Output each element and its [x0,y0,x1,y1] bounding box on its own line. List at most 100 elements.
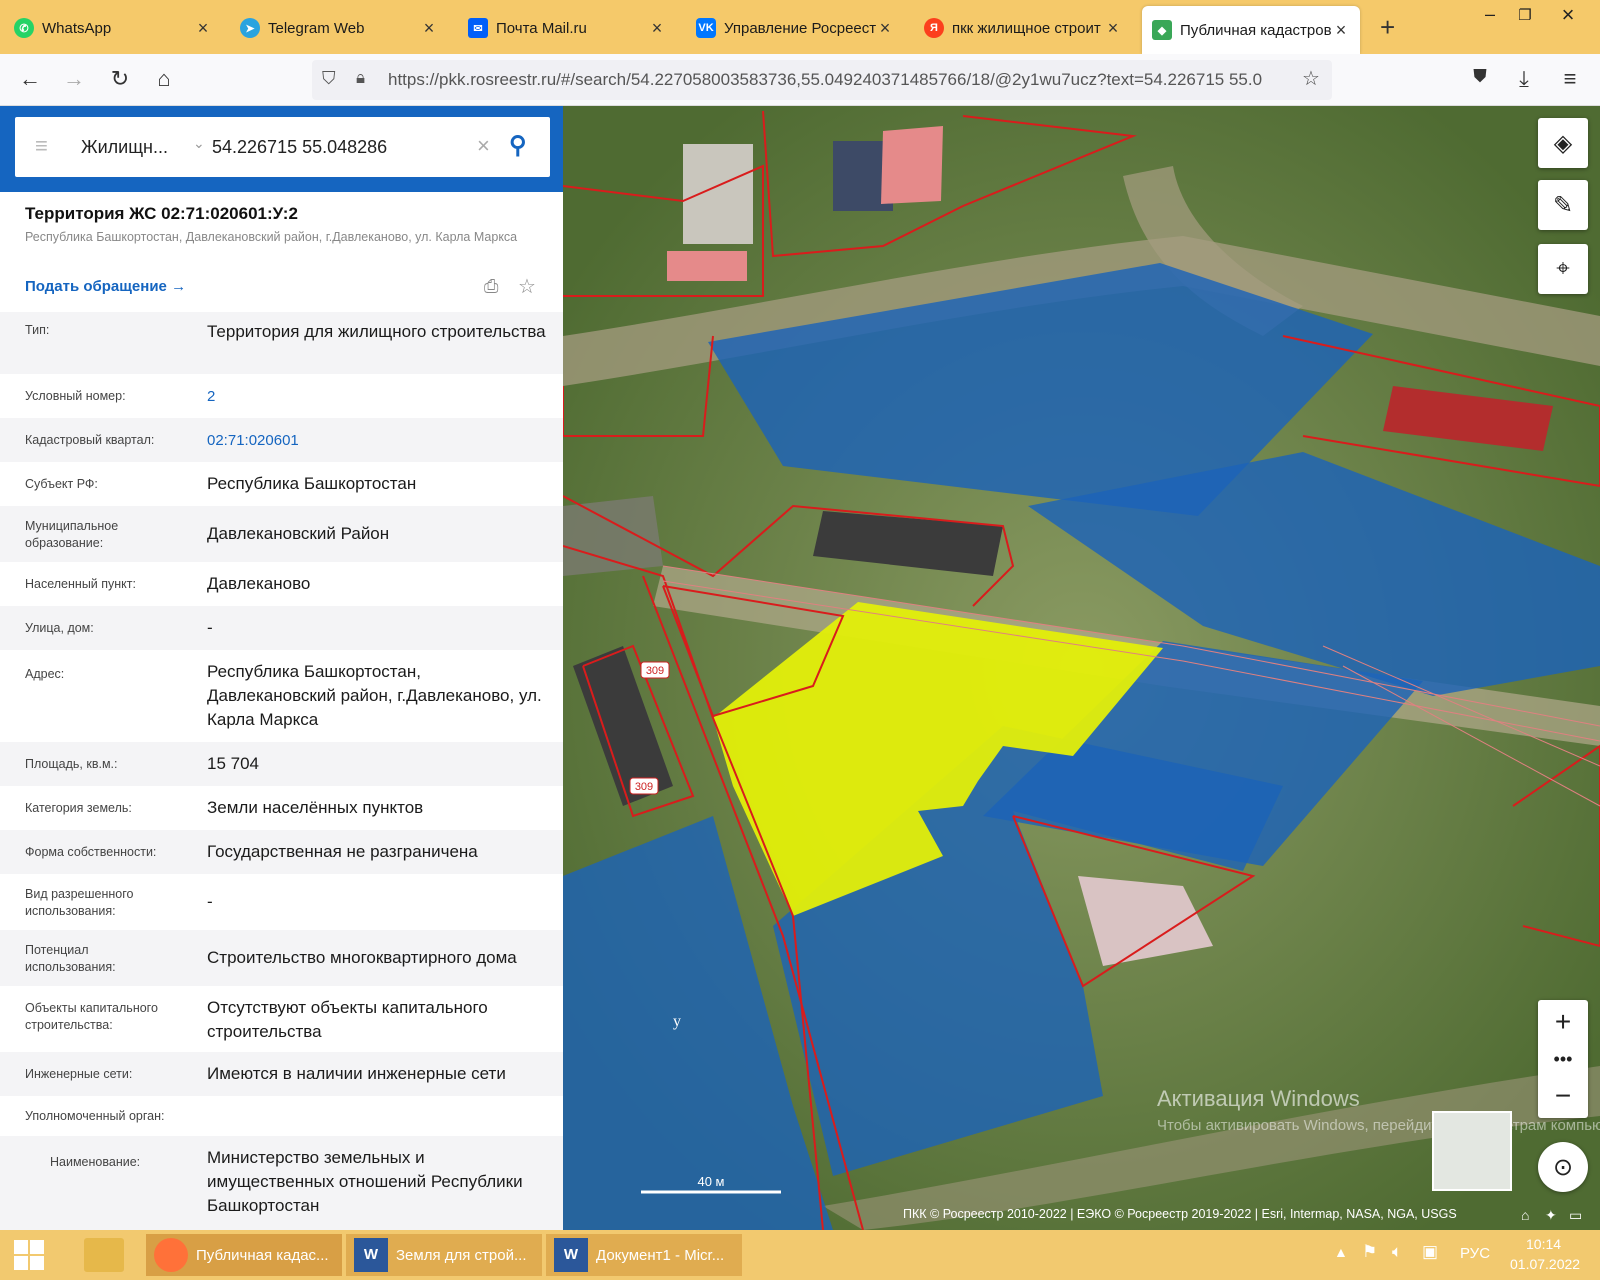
taskbar-item-firefox[interactable]: Публичная кадас... [146,1234,342,1276]
more-icon[interactable]: ••• [1554,1049,1573,1070]
close-icon[interactable]: × [1104,18,1122,39]
bookmark-star-icon[interactable]: ☆ [1302,66,1320,91]
layers-button[interactable]: ◈ [1538,118,1588,168]
search-input[interactable]: 54.226715 55.048286 [212,137,387,158]
svg-text:40 м: 40 м [697,1174,724,1189]
windows-activation-title: Активация Windows [1157,1086,1360,1111]
restore-button[interactable]: ❐ [1505,6,1545,24]
shield-icon[interactable]: ⛉ [322,68,336,89]
tab-telegram[interactable]: ➤ Telegram Web × [230,8,448,48]
map-view[interactable]: 309 309 y 40 м ПКК © Росреестр 2010-2022… [563,106,1600,1230]
firefox-icon [154,1238,188,1272]
search-icon[interactable]: ⚲ [509,131,527,160]
language-indicator[interactable]: РУС [1460,1245,1490,1262]
file-explorer-icon[interactable] [84,1238,124,1272]
field-row-locality: Населенный пункт: Давлеканово [25,574,311,593]
field-row-subject: Субъект РФ: Республика Башкортостан [25,474,417,493]
home-icon[interactable]: ⌂ [1521,1207,1529,1223]
close-icon[interactable]: × [648,18,666,39]
building [881,126,943,204]
telegram-icon: ➤ [240,18,260,38]
chevron-down-icon[interactable]: ⌄ [193,135,205,152]
field-row-type: Тип: Территория для жилищного строительс… [0,312,563,374]
object-title: Территория ЖС 02:71:020601:У:2 [25,204,298,223]
windows-start-button[interactable] [14,1240,44,1270]
reload-icon[interactable]: ↻ [106,66,134,92]
taskbar-item-word-1[interactable]: W Земля для строй... [346,1234,542,1276]
close-window-button[interactable]: × [1548,2,1588,28]
building [563,496,663,576]
zoom-in-button[interactable]: + [1555,1006,1571,1038]
clock-date[interactable]: 01.07.2022 [1510,1256,1580,1272]
tab-strip: ✆ WhatsApp × ➤ Telegram Web × ✉ Почта Ma… [0,0,1600,54]
taskbar-item-word-2[interactable]: W Документ1 - Micr... [546,1234,742,1276]
field-row-land-category: Категория земель: Земли населённых пункт… [25,798,424,817]
windows-activation-text: Чтобы активировать Windows, перейдите к … [1157,1117,1600,1134]
mail-icon: ✉ [468,18,488,38]
new-tab-button[interactable]: + [1380,12,1395,43]
download-icon[interactable]: ⤓ [1510,66,1538,92]
clear-icon[interactable]: × [477,133,490,159]
object-info-panel: Территория ЖС 02:71:020601:У:2 Республик… [0,192,563,1230]
locate-icon[interactable]: ✦ [1545,1207,1557,1223]
word-icon: W [554,1238,588,1272]
map-label: y [673,1013,681,1030]
yandex-icon: Я [924,18,944,38]
print-preview-icon[interactable]: ⎙ [484,276,498,297]
navigation-bar: ← → ↻ ⌂ ⛉ 🔒︎ https://pkk.rosreestr.ru/#/… [0,54,1600,106]
submit-appeal-link[interactable]: Подать обращение → [25,278,186,295]
svg-text:309: 309 [646,665,664,677]
hamburger-icon[interactable]: ≡ [35,133,48,159]
flag-icon[interactable]: ⚑ [1362,1242,1377,1262]
ruler-button[interactable]: ✎ [1538,180,1588,230]
close-icon[interactable]: × [876,18,894,39]
map-canvas[interactable]: 309 309 y 40 м ПКК © Росреестр 2010-2022… [563,106,1600,1230]
fullscreen-icon[interactable]: ▭ [1569,1207,1582,1223]
field-row-potential: Потенциал использования: Строительство м… [0,930,563,986]
search-panel-header: ≡ Жилищн... ⌄ 54.226715 55.048286 × ⚲ ‹ [0,106,582,192]
compass-button[interactable]: ⊙ [1538,1142,1588,1192]
tab-mail[interactable]: ✉ Почта Mail.ru × [458,8,676,48]
home-icon[interactable]: ⌂ [150,66,178,92]
minimize-button[interactable]: – [1470,4,1510,25]
network-icon[interactable]: ▣ [1422,1242,1438,1262]
favorite-star-icon[interactable]: ☆ [518,274,536,299]
tray-chevron-icon[interactable]: ▲ [1334,1244,1348,1260]
menu-icon[interactable]: ≡ [1556,66,1584,92]
clock-time[interactable]: 10:14 [1526,1236,1561,1252]
whatsapp-icon: ✆ [14,18,34,38]
minimap-thumbnail[interactable] [1432,1111,1512,1191]
crosshair-icon: ⌖ [1556,255,1570,282]
url-bar[interactable]: ⛉ 🔒︎ https://pkk.rosreestr.ru/#/search/5… [312,60,1332,100]
object-address-subtitle: Республика Башкортостан, Давлекановский … [25,230,518,244]
volume-icon[interactable]: 🔈︎ [1392,1242,1402,1262]
forward-icon[interactable]: → [60,66,88,92]
layer-select[interactable]: Жилищн... [81,137,168,158]
close-icon[interactable]: × [420,18,438,39]
close-icon[interactable]: × [1332,20,1350,41]
map-label: 309 [640,661,670,679]
zoom-out-button[interactable]: − [1555,1080,1571,1112]
tab-rosreestr[interactable]: ◆ Публичная кадастров × [1142,6,1360,54]
close-icon[interactable]: × [194,18,212,39]
map-label: 309 [629,777,659,795]
field-row-quarter: Кадастровый квартал: 02:71:020601 [0,418,563,462]
windows-taskbar: Публичная кадас... W Земля для строй... … [0,1230,1600,1280]
word-icon: W [354,1238,388,1272]
map-attribution: ПКК © Росреестр 2010-2022 | ЕЭКО © Росре… [903,1207,1457,1221]
building [683,144,753,244]
pocket-icon[interactable]: ⛊ [1466,66,1494,87]
url-text[interactable]: https://pkk.rosreestr.ru/#/search/54.227… [388,70,1288,90]
tab-vk[interactable]: VK Управление Росреестр × [686,8,904,48]
field-row-permitted-use: Вид разрешенного использования: - [25,887,213,918]
rosreestr-icon: ◆ [1152,20,1172,40]
field-row-street: Улица, дом: - [0,606,563,650]
ruler-icon: ✎ [1552,191,1574,219]
tab-yandex[interactable]: Я пкк жилищное строит × [914,8,1132,48]
locate-button[interactable]: ⌖ [1538,244,1588,294]
lock-icon[interactable]: 🔒︎ [356,68,365,88]
tab-whatsapp[interactable]: ✆ WhatsApp × [4,8,222,48]
building [667,251,747,281]
field-row-authority: Уполномоченный орган: [25,1109,165,1123]
back-icon[interactable]: ← [16,66,44,92]
